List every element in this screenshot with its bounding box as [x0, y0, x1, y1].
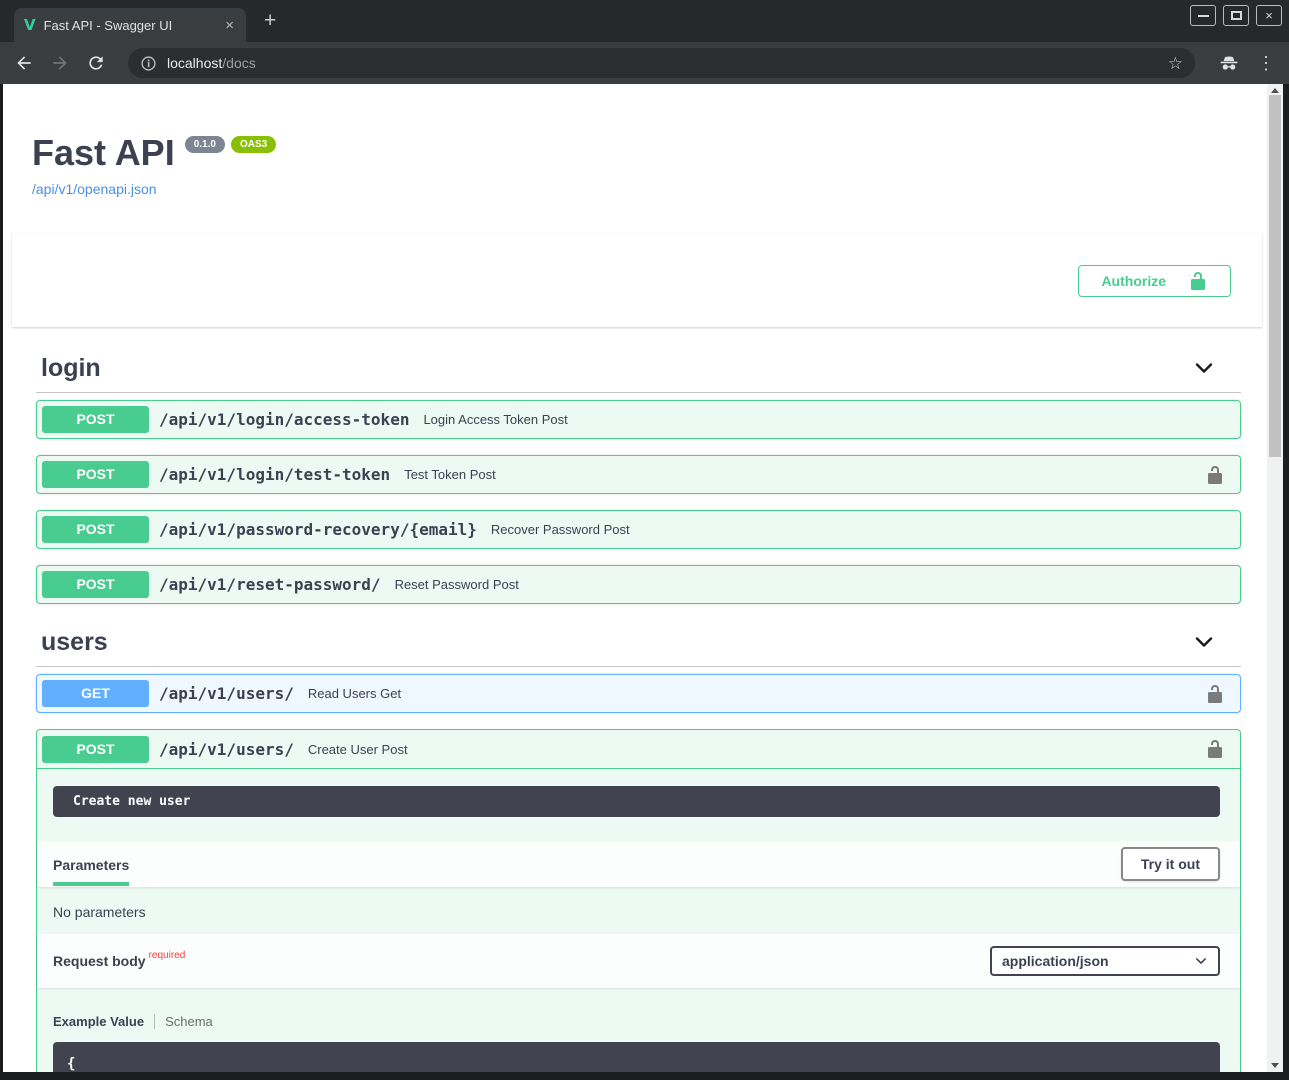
method-badge: POST — [42, 571, 149, 598]
tab-separator — [154, 1014, 155, 1029]
operation-description: Create new user — [53, 786, 1220, 817]
new-tab-button[interactable]: + — [264, 9, 276, 33]
section-header-login[interactable]: login — [36, 327, 1241, 393]
operations-wrapper: login POST /api/v1/login/access-token Lo… — [36, 327, 1241, 1072]
oas3-badge: OAS3 — [231, 136, 276, 153]
request-body-label: Request body — [53, 953, 146, 969]
operation-block-create-user: POST /api/v1/users/ Create User Post Cre… — [36, 729, 1241, 1072]
operation-summary: Read Users Get — [308, 686, 401, 701]
authorize-label: Authorize — [1101, 273, 1166, 289]
auth-lock-button[interactable] — [1205, 465, 1225, 485]
close-button[interactable]: × — [1256, 5, 1282, 26]
operation-path: /api/v1/login/test-token — [159, 465, 390, 484]
operation-summary: Test Token Post — [404, 467, 496, 482]
section-header-users[interactable]: users — [36, 604, 1241, 667]
operation-path: /api/v1/login/access-token — [159, 410, 409, 429]
site-info-icon[interactable] — [140, 55, 157, 72]
tab-example-value[interactable]: Example Value — [53, 1014, 144, 1029]
example-tabs: Example Value Schema — [53, 1014, 1220, 1029]
address-bar[interactable]: localhost/docs ☆ — [128, 48, 1195, 78]
openapi-spec-link[interactable]: /api/v1/openapi.json — [32, 181, 1267, 197]
select-chevron-icon — [1194, 954, 1208, 968]
fastapi-favicon-icon: V — [24, 16, 36, 34]
parameters-tab[interactable]: Parameters — [53, 842, 129, 886]
section-title: users — [41, 628, 1241, 657]
reload-icon[interactable] — [86, 53, 106, 73]
operation-path: /api/v1/password-recovery/{email} — [159, 520, 477, 539]
auth-lock-button[interactable] — [1205, 739, 1225, 759]
bookmark-star-icon[interactable]: ☆ — [1168, 55, 1183, 72]
authorize-button[interactable]: Authorize — [1078, 265, 1231, 297]
operation-summary: Reset Password Post — [395, 577, 519, 592]
no-parameters-text: No parameters — [37, 887, 1240, 934]
method-badge: POST — [42, 736, 149, 763]
operation-row-password-recovery[interactable]: POST /api/v1/password-recovery/{email} R… — [36, 510, 1241, 549]
url-host: localhost — [167, 55, 222, 71]
maximize-icon — [1231, 11, 1242, 20]
media-type-value: application/json — [1002, 953, 1109, 969]
operation-path: /api/v1/users/ — [159, 740, 294, 759]
method-badge: POST — [42, 516, 149, 543]
forward-icon[interactable] — [50, 53, 70, 73]
unlocked-padlock-icon — [1205, 465, 1225, 485]
parameters-header: Parameters Try it out — [37, 841, 1240, 887]
browser-toolbar: localhost/docs ☆ ⋮ — [0, 42, 1289, 84]
browser-titlebar: V Fast API - Swagger UI × + × — [0, 0, 1289, 42]
api-header: Fast API 0.1.0 OAS3 /api/v1/openapi.json — [3, 84, 1267, 197]
operation-summary: Create User Post — [308, 742, 408, 757]
method-badge: POST — [42, 406, 149, 433]
minimize-icon — [1198, 15, 1209, 17]
url-path: /docs — [222, 55, 255, 71]
operation-row-test-token[interactable]: POST /api/v1/login/test-token Test Token… — [36, 455, 1241, 494]
chevron-down-icon[interactable] — [1194, 358, 1214, 378]
scrollbar-thumb[interactable] — [1269, 95, 1281, 457]
operation-row-access-token[interactable]: POST /api/v1/login/access-token Login Ac… — [36, 400, 1241, 439]
api-title: Fast API — [32, 132, 175, 174]
section-title: login — [41, 354, 1241, 383]
swagger-page: Fast API 0.1.0 OAS3 /api/v1/openapi.json A… — [3, 84, 1283, 1072]
version-badge: 0.1.0 — [185, 136, 225, 153]
chevron-down-icon[interactable] — [1194, 632, 1214, 652]
media-type-select[interactable]: application/json — [990, 946, 1220, 976]
required-label: required — [149, 950, 186, 961]
operation-path: /api/v1/reset-password/ — [159, 575, 381, 594]
window-controls: × — [1190, 5, 1282, 26]
incognito-icon — [1217, 51, 1241, 75]
scrollbar-down-arrow[interactable] — [1271, 1063, 1279, 1068]
operation-row-read-users[interactable]: GET /api/v1/users/ Read Users Get — [36, 674, 1241, 713]
browser-menu-icon[interactable]: ⋮ — [1257, 54, 1275, 72]
unlocked-padlock-icon — [1205, 739, 1225, 759]
maximize-button[interactable] — [1223, 5, 1249, 26]
tab-close-icon[interactable]: × — [223, 17, 236, 34]
operation-path: /api/v1/users/ — [159, 684, 294, 703]
operation-summary: Login Access Token Post — [423, 412, 567, 427]
swagger-content: Fast API 0.1.0 OAS3 /api/v1/openapi.json A… — [3, 84, 1283, 1072]
minimize-button[interactable] — [1190, 5, 1216, 26]
operation-row-create-user[interactable]: POST /api/v1/users/ Create User Post — [37, 730, 1240, 769]
method-badge: POST — [42, 461, 149, 488]
model-example-section: Example Value Schema { — [37, 988, 1240, 1072]
scheme-container: Authorize — [12, 233, 1262, 327]
browser-tab[interactable]: V Fast API - Swagger UI × — [14, 8, 246, 42]
operation-summary: Recover Password Post — [491, 522, 630, 537]
try-it-out-button[interactable]: Try it out — [1121, 847, 1220, 881]
unlocked-padlock-icon — [1188, 271, 1208, 291]
request-body-header: Request body required application/json — [37, 934, 1240, 988]
method-badge: GET — [42, 680, 149, 707]
back-icon[interactable] — [14, 53, 34, 73]
tab-title: Fast API - Swagger UI — [44, 18, 216, 33]
close-icon: × — [1265, 8, 1273, 23]
example-code-block[interactable]: { — [53, 1042, 1220, 1072]
auth-lock-button[interactable] — [1205, 684, 1225, 704]
scrollbar-up-arrow[interactable] — [1271, 88, 1279, 93]
operation-row-reset-password[interactable]: POST /api/v1/reset-password/ Reset Passw… — [36, 565, 1241, 604]
page-scrollbar[interactable] — [1267, 84, 1283, 1072]
unlocked-padlock-icon — [1205, 684, 1225, 704]
tab-schema[interactable]: Schema — [165, 1014, 213, 1029]
